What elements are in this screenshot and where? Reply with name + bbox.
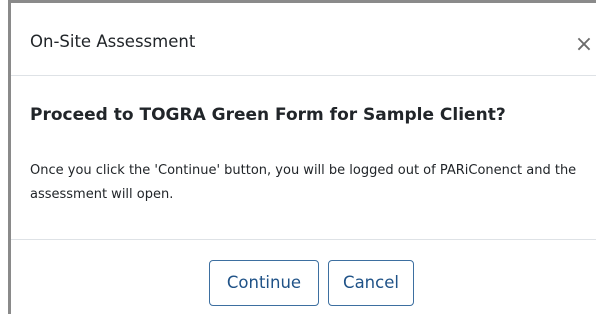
- cancel-button[interactable]: Cancel: [328, 260, 414, 306]
- continue-button[interactable]: Continue: [209, 260, 319, 306]
- dialog-question: Proceed to TOGRA Green Form for Sample C…: [30, 105, 506, 125]
- dialog-title: On-Site Assessment: [30, 32, 196, 51]
- dialog-header: On-Site Assessment ×: [11, 3, 596, 76]
- screen: On-Site Assessment × Proceed to TOGRA Gr…: [0, 0, 596, 314]
- dialog-footer: Continue Cancel: [11, 240, 596, 314]
- close-icon: ×: [574, 32, 594, 57]
- assessment-dialog: On-Site Assessment × Proceed to TOGRA Gr…: [11, 3, 596, 314]
- close-button[interactable]: ×: [572, 33, 596, 57]
- dialog-message: Once you click the 'Continue' button, yo…: [30, 163, 577, 202]
- dialog-body: Proceed to TOGRA Green Form for Sample C…: [11, 76, 596, 240]
